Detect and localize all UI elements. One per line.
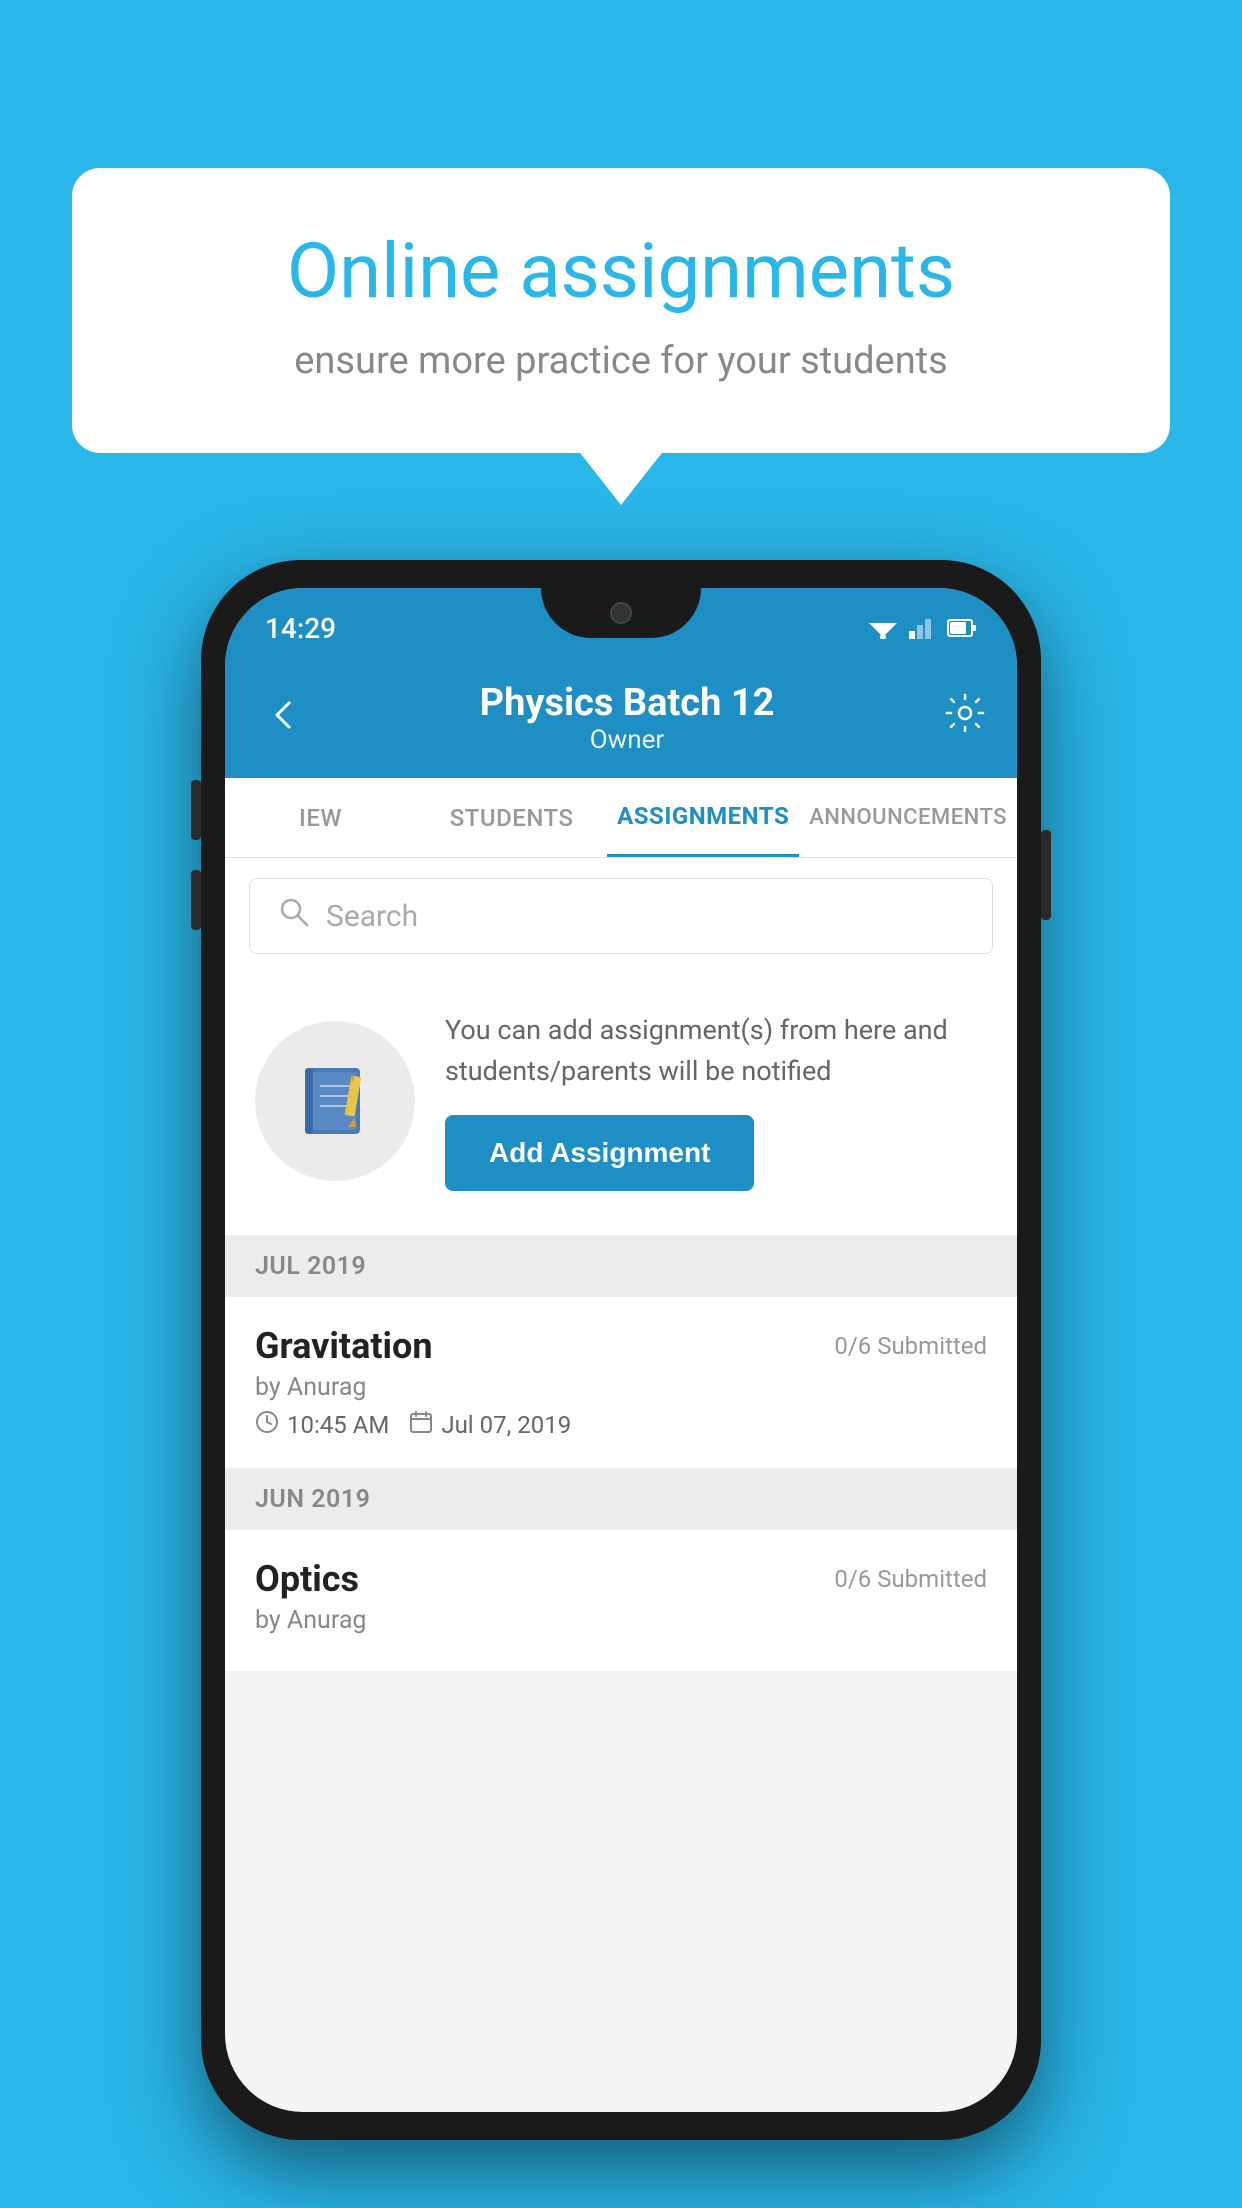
settings-button[interactable] xyxy=(943,691,987,746)
speech-bubble: Online assignments ensure more practice … xyxy=(72,168,1170,453)
app-bar-subtitle: Owner xyxy=(311,725,943,755)
search-container: Search xyxy=(225,858,1017,974)
wifi-icon xyxy=(869,617,897,639)
clock-icon xyxy=(255,1410,279,1440)
tab-bar: IEW STUDENTS ASSIGNMENTS ANNOUNCEMENTS xyxy=(225,778,1017,858)
app-bar-center: Physics Batch 12 Owner xyxy=(311,681,943,755)
power-btn xyxy=(1041,830,1051,920)
status-icons xyxy=(869,617,977,639)
front-camera xyxy=(610,602,632,624)
prompt-icon-circle xyxy=(255,1021,415,1181)
assignment-date: Jul 07, 2019 xyxy=(409,1410,571,1440)
assignment-title-optics: Optics xyxy=(255,1558,359,1600)
assignment-author-optics: by Anurag xyxy=(255,1606,987,1635)
section-header-jul: JUL 2019 xyxy=(225,1236,1017,1297)
notebook-icon xyxy=(290,1056,380,1146)
bubble-subtitle: ensure more practice for your students xyxy=(152,339,1090,383)
search-bar[interactable]: Search xyxy=(249,878,993,954)
assignment-time: 10:45 AM xyxy=(255,1410,389,1440)
assignment-submitted: 0/6 Submitted xyxy=(834,1332,987,1360)
add-assignment-button[interactable]: Add Assignment xyxy=(445,1115,754,1191)
search-placeholder: Search xyxy=(326,899,418,934)
assignment-meta: 10:45 AM Jul 07, 2019 xyxy=(255,1410,987,1440)
volume-down-btn xyxy=(191,870,201,930)
tab-assignments[interactable]: ASSIGNMENTS xyxy=(607,778,799,857)
phone-notch xyxy=(541,588,701,638)
phone-device: 14:29 xyxy=(201,560,1041,2140)
section-header-jun: JUN 2019 xyxy=(225,1469,1017,1530)
assignment-date-value: Jul 07, 2019 xyxy=(441,1411,571,1439)
assignment-author: by Anurag xyxy=(255,1373,987,1402)
back-button[interactable] xyxy=(255,682,311,754)
search-icon xyxy=(278,896,310,936)
add-assignment-prompt: You can add assignment(s) from here and … xyxy=(225,974,1017,1236)
app-bar-title: Physics Batch 12 xyxy=(311,681,943,725)
phone-screen: 14:29 xyxy=(225,588,1017,2112)
assignment-title: Gravitation xyxy=(255,1325,433,1367)
assignment-time-value: 10:45 AM xyxy=(287,1411,389,1439)
prompt-text-area: You can add assignment(s) from here and … xyxy=(445,1010,987,1191)
calendar-icon xyxy=(409,1410,433,1440)
signal-icon xyxy=(909,617,935,639)
bubble-title: Online assignments xyxy=(152,228,1090,315)
tab-announcements[interactable]: ANNOUNCEMENTS xyxy=(799,778,1017,857)
assignment-item-gravitation[interactable]: Gravitation 0/6 Submitted by Anurag 10:4… xyxy=(225,1297,1017,1469)
assignment-item-optics[interactable]: Optics 0/6 Submitted by Anurag xyxy=(225,1530,1017,1672)
assignment-submitted-optics: 0/6 Submitted xyxy=(834,1565,987,1593)
prompt-description: You can add assignment(s) from here and … xyxy=(445,1010,987,1091)
tab-iew[interactable]: IEW xyxy=(225,778,416,857)
app-bar: Physics Batch 12 Owner xyxy=(225,658,1017,778)
volume-up-btn xyxy=(191,780,201,840)
battery-icon xyxy=(947,617,977,639)
tab-students[interactable]: STUDENTS xyxy=(416,778,607,857)
